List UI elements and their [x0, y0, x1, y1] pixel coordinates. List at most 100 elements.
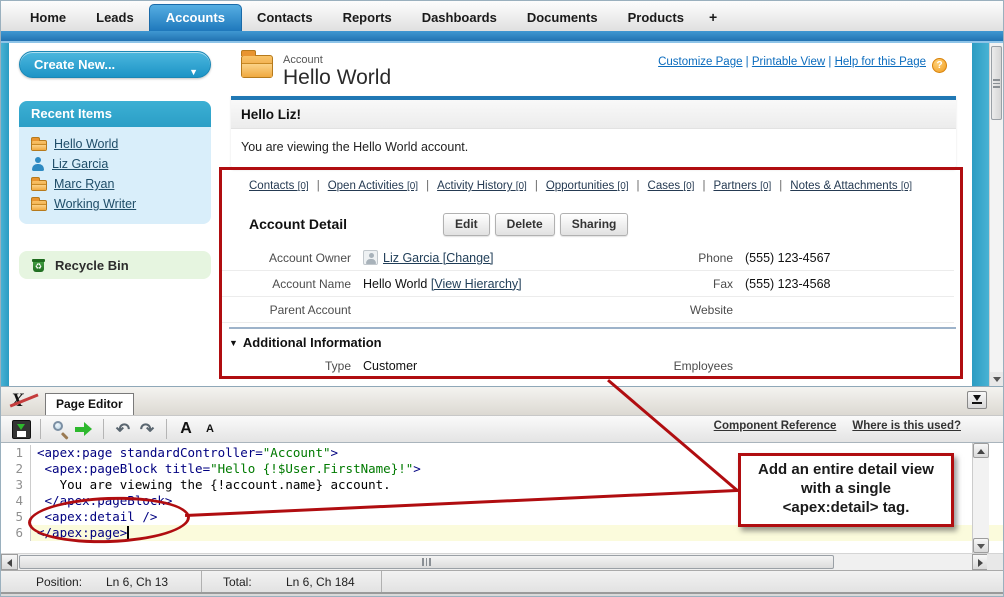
scroll-up-button[interactable] [973, 443, 989, 458]
run-button[interactable] [72, 417, 96, 441]
tab-dashboards[interactable]: Dashboards [407, 5, 512, 31]
line-number: 5 [1, 509, 31, 525]
annotation-rectangle [219, 167, 963, 379]
header-band [1, 31, 1003, 43]
status-separator [201, 571, 202, 592]
line-number: 3 [1, 477, 31, 493]
scrollbar-thumb[interactable] [19, 555, 834, 569]
recent-item[interactable]: Hello World [19, 134, 211, 154]
font-larger-button[interactable]: A [174, 417, 198, 441]
browser-scrollbar[interactable] [989, 43, 1003, 386]
tab-leads[interactable]: Leads [81, 5, 149, 31]
editor-status-bar: Position: Ln 6, Ch 13 Total: Ln 6, Ch 18… [1, 570, 1003, 594]
tab-reports[interactable]: Reports [328, 5, 407, 31]
create-new-label: Create New... [34, 57, 115, 72]
scroll-down-icon [993, 377, 1001, 382]
editor-link[interactable]: Component Reference [714, 420, 837, 432]
collapse-editor-button[interactable] [967, 391, 987, 409]
scrollbar-thumb[interactable] [991, 46, 1002, 120]
redo-button[interactable]: ↷ [135, 417, 159, 441]
toolbar-separator [103, 419, 104, 439]
tab-products[interactable]: Products [613, 5, 699, 31]
position-label: Position: [36, 575, 82, 589]
toolbar-separator [166, 419, 167, 439]
header-links-list: Customize Page | Printable View | Help f… [658, 56, 926, 68]
font-larger-icon: A [180, 420, 192, 438]
code-token: <apex:page standardController= [37, 445, 263, 460]
recent-item-link[interactable]: Working Writer [54, 197, 136, 211]
editor-link[interactable]: Where is this used? [852, 420, 961, 432]
code-token: You are viewing the {!account.name} acco… [37, 477, 391, 492]
entity-type-label: Account [283, 54, 323, 66]
line-number: 2 [1, 461, 31, 477]
recent-items-list: Hello World Liz Garcia Marc Ryan Working Wr… [19, 127, 211, 224]
recent-item[interactable]: Liz Garcia [19, 154, 211, 174]
page-left-border [1, 43, 9, 386]
scroll-left-button[interactable] [1, 554, 18, 570]
scroll-down-icon [977, 544, 985, 549]
folder-icon [31, 140, 47, 151]
code-vertical-scrollbar[interactable] [972, 443, 989, 553]
undo-button[interactable]: ↶ [111, 417, 135, 441]
tab-home[interactable]: Home [15, 5, 81, 31]
save-button[interactable] [9, 417, 33, 441]
recent-item[interactable]: Marc Ryan [19, 174, 211, 194]
recycle-bin-icon: ♻ [31, 257, 47, 273]
page-title: Hello World [283, 66, 391, 90]
search-icon [51, 420, 69, 438]
code-horizontal-scrollbar[interactable] [1, 553, 989, 570]
scroll-down-button[interactable] [973, 538, 989, 553]
recent-item-link[interactable]: Liz Garcia [52, 157, 108, 171]
code-token: <apex:pageBlock title= [37, 461, 210, 476]
close-icon[interactable]: X [11, 390, 37, 410]
scroll-right-icon [978, 559, 983, 567]
total-value: Ln 6, Ch 184 [286, 575, 355, 589]
tab-add[interactable]: + [699, 4, 727, 31]
help-icon[interactable]: ? [932, 58, 947, 73]
font-smaller-button[interactable]: A [198, 417, 222, 441]
tab-accounts[interactable]: Accounts [149, 4, 242, 31]
scroll-down-button[interactable] [990, 372, 1004, 386]
editor-links: Component Reference Where is this used? [698, 420, 961, 432]
greeting-body: You are viewing the Hello World account. [231, 129, 956, 168]
collapse-editor-icon [973, 395, 981, 401]
scroll-left-icon [7, 559, 12, 567]
code-token: "Hello {!$User.FirstName}!" [210, 461, 413, 476]
undo-icon: ↶ [116, 421, 130, 438]
sidebar: Create New... ▼ Recent Items Hello World… [9, 43, 221, 386]
tab-contacts[interactable]: Contacts [242, 5, 328, 31]
folder-icon [31, 180, 47, 191]
tab-documents[interactable]: Documents [512, 5, 613, 31]
chevron-down-icon: ▼ [189, 60, 198, 85]
scrollbar-corner [987, 553, 1003, 570]
line-number: 4 [1, 493, 31, 509]
recent-item-link[interactable]: Marc Ryan [54, 177, 114, 191]
recent-item[interactable]: Working Writer [19, 194, 211, 214]
position-value: Ln 6, Ch 13 [106, 575, 168, 589]
recycle-bin-label: Recycle Bin [55, 258, 129, 273]
recycle-bin[interactable]: ♻ Recycle Bin [19, 251, 211, 279]
recent-item-link[interactable]: Hello World [54, 137, 118, 151]
toolbar-separator [40, 419, 41, 439]
page-right-border [972, 43, 989, 386]
code-token: "Account" [263, 445, 331, 460]
create-new-button[interactable]: Create New... ▼ [19, 51, 211, 78]
search-button[interactable] [48, 417, 72, 441]
header-link[interactable]: Printable View [752, 56, 825, 68]
folder-icon [31, 200, 47, 211]
line-number: 1 [1, 445, 31, 461]
code-token: > [413, 461, 421, 476]
link-separator: | [825, 56, 834, 68]
tab-list: HomeLeadsAccountsContactsReportsDashboar… [15, 4, 727, 31]
status-separator [381, 571, 382, 592]
recent-items-panel: Recent Items Hello WorldLiz GarciaMarc R… [19, 101, 211, 224]
scroll-up-icon [977, 449, 985, 454]
editor-tab[interactable]: Page Editor [45, 393, 134, 415]
header-links: Customize Page | Printable View | Help f… [658, 56, 947, 73]
total-label: Total: [223, 575, 252, 589]
greeting-title: Hello Liz! [231, 100, 956, 129]
run-icon [75, 422, 93, 436]
annotation-callout: Add an entire detail view with a single … [738, 453, 954, 527]
header-link[interactable]: Customize Page [658, 56, 742, 68]
header-link[interactable]: Help for this Page [835, 56, 926, 68]
